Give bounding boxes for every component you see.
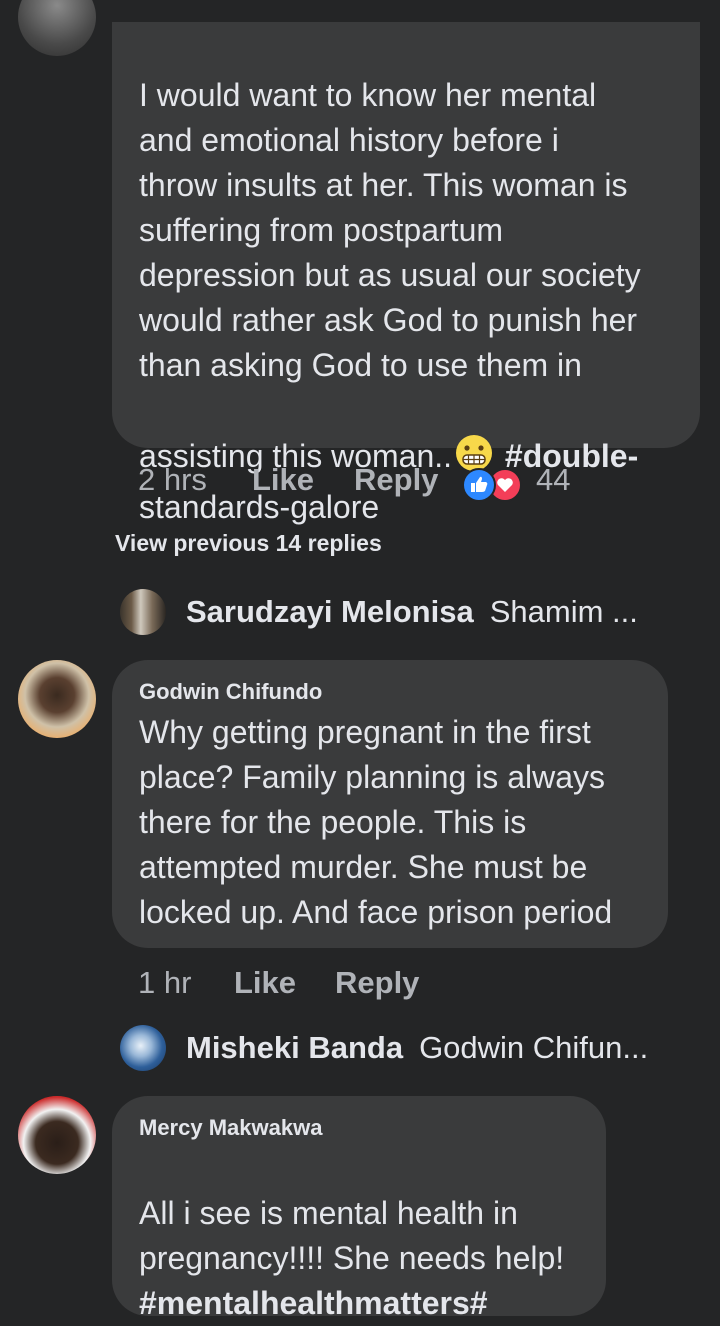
avatar[interactable] (120, 589, 166, 635)
like-button[interactable]: Like (234, 965, 296, 1001)
reply-preview-text: Godwin Chifun... (419, 1030, 649, 1065)
comment-bubble: I would want to know her mental and emot… (112, 22, 700, 525)
like-reaction-icon (462, 468, 496, 510)
comment-text: I would want to know her mental and emot… (139, 77, 641, 525)
reply-button[interactable]: Reply (335, 965, 419, 1001)
reply-preview-text: Shamim ... (489, 594, 638, 629)
reaction-count[interactable]: 44 (536, 462, 570, 498)
comment-bubble: Godwin Chifundo Why getting pregnant in … (112, 660, 668, 948)
hashtag-link[interactable]: #mentalhealthmatters# (139, 1285, 488, 1321)
timestamp[interactable]: 1 hr (138, 965, 191, 1001)
reply-preview-row[interactable]: Misheki Banda Godwin Chifun... (120, 1023, 648, 1073)
reply-author-name[interactable]: Sarudzayi Melonisa (186, 594, 474, 630)
timestamp[interactable]: 2 hrs (138, 462, 207, 498)
view-previous-replies-link[interactable]: View previous 14 replies (115, 530, 382, 557)
reactions[interactable] (462, 468, 522, 502)
avatar[interactable] (18, 1096, 96, 1174)
comment-bubble: Mercy Makwakwa All i see is mental healt… (112, 1096, 606, 1321)
reply-author-name[interactable]: Misheki Banda (186, 1030, 403, 1066)
like-button[interactable]: Like (252, 462, 314, 498)
comment-author-name[interactable]: Mercy Makwakwa (139, 1115, 322, 1141)
comment-text: All i see is mental health in pregnancy!… (139, 1195, 565, 1321)
reply-preview-row[interactable]: Sarudzayi Melonisa Shamim ... (120, 587, 638, 637)
avatar-top-commenter[interactable] (18, 0, 96, 56)
avatar[interactable] (120, 1025, 166, 1071)
comment-meta-row: 2 hrs Like Reply 44 (138, 462, 698, 506)
comment-meta-row: 1 hr Like Reply (138, 965, 538, 1009)
comment-author-name[interactable]: Godwin Chifundo (139, 679, 322, 705)
reply-button[interactable]: Reply (354, 462, 438, 498)
comment-text: Why getting pregnant in the first place?… (139, 714, 613, 930)
avatar[interactable] (18, 660, 96, 738)
